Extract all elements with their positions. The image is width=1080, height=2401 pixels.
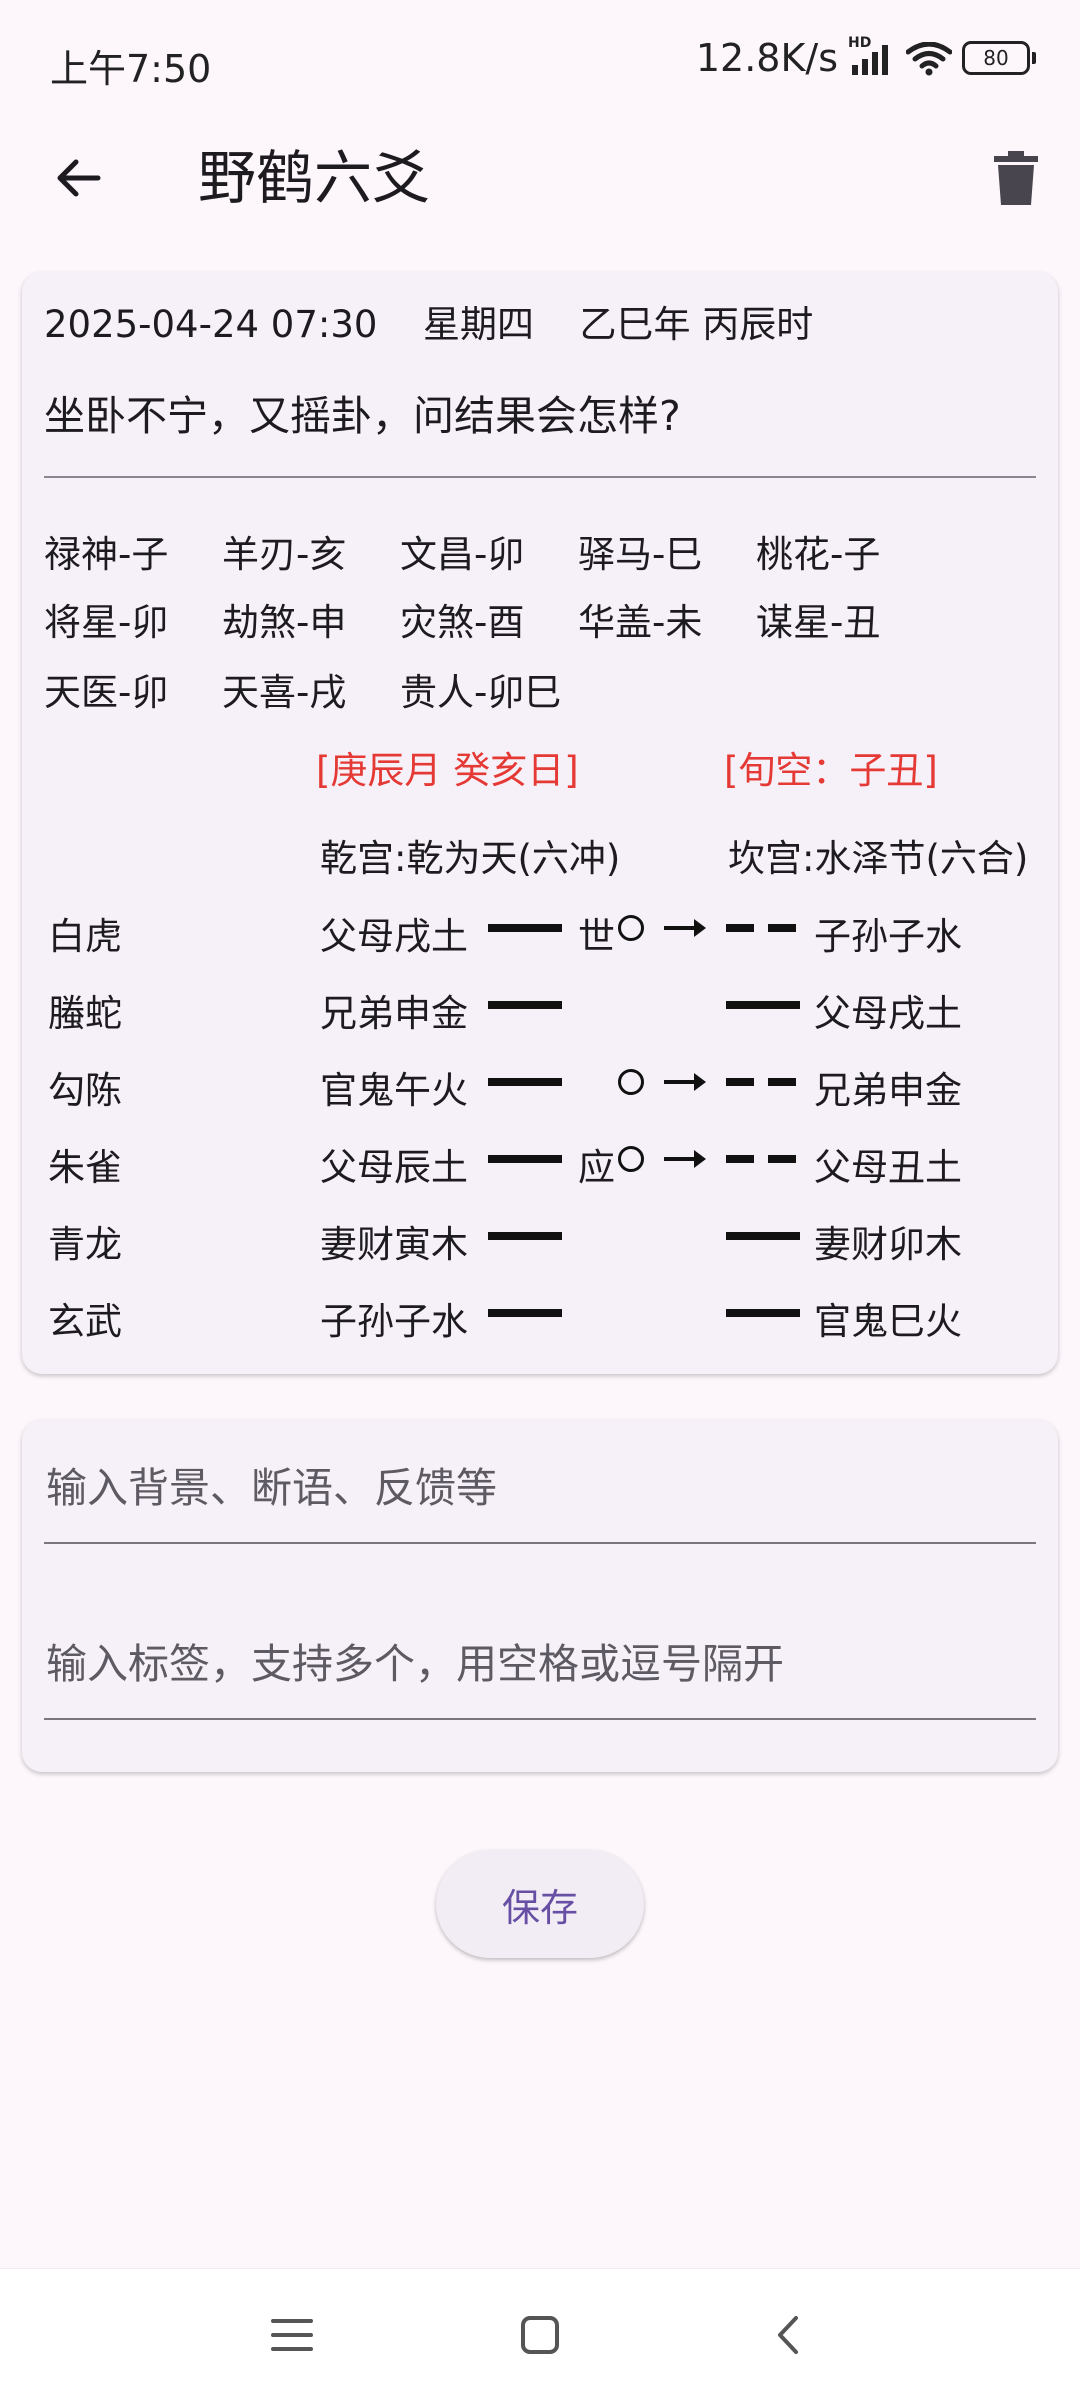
six-god: 朱雀 [48,1146,122,1189]
menu-icon [271,2319,313,2351]
shensha-item: 桃花-子 [756,533,881,576]
changed-yao-label: 父母丑土 [814,1146,962,1189]
weekday: 星期四 [422,303,534,346]
battery-level: 80 [962,41,1030,75]
changed-yao-label: 官鬼巳火 [814,1300,962,1343]
six-god: 螣蛇 [48,992,122,1035]
yang-line [488,1001,562,1009]
moving-circle-icon [618,1146,644,1172]
background-input[interactable] [44,1434,1036,1544]
system-back-button[interactable] [758,2305,818,2365]
changed-gua-name: 坎宫:水泽节(六合) [728,837,1029,880]
ying-mark: 应 [578,1146,615,1189]
network-speed: 12.8K/s [695,36,838,80]
shensha-item: 禄神-子 [44,533,169,576]
moving-circle-icon [618,915,644,941]
shi-mark: 世 [578,915,615,958]
signal-icon: HD [848,35,896,75]
shensha-item: 文昌-卯 [400,533,525,576]
changed-yao-label: 兄弟申金 [814,1069,962,1112]
yang-line [488,1155,562,1163]
yang-line [488,1232,562,1240]
menu-button[interactable] [262,2305,322,2365]
save-button[interactable]: 保存 [436,1850,644,1958]
shensha-item: 天医-卯 [44,671,169,714]
background-field-wrapper [44,1434,1036,1544]
yin-line-right [768,1078,796,1086]
app-bar: 野鹤六爻 [0,128,1080,228]
yang-line [726,1232,800,1240]
changed-yao-label: 妻财卯木 [814,1223,962,1266]
main-yao-label: 父母戌土 [320,915,468,958]
notes-card [22,1420,1058,1772]
main-yao-label: 兄弟申金 [320,992,468,1035]
main-yao-label: 父母辰土 [320,1146,468,1189]
shensha-item: 贵人-卯巳 [400,671,562,714]
shensha-item: 谋星-丑 [756,601,881,644]
home-icon [521,2316,559,2354]
six-god: 玄武 [48,1300,122,1343]
changed-yao-label: 子孙子水 [814,915,962,958]
yang-line [726,1001,800,1009]
wifi-icon [905,41,953,76]
main-yao-label: 妻财寅木 [320,1223,468,1266]
shensha-item: 劫煞-申 [222,601,347,644]
arrow-right-icon [664,919,706,937]
question-text: 坐卧不宁，又摇卦，问结果会怎样? [44,392,681,440]
ganzhi: 乙巳年 丙辰时 [579,303,814,346]
status-bar: 上午7:50 12.8K/s HD 80 [0,0,1080,128]
yang-line [488,1078,562,1086]
tags-input[interactable] [44,1610,1036,1720]
divination-datetime: 2025-04-24 07:30 星期四 乙巳年 丙辰时 [44,294,813,348]
shensha-item: 天喜-戌 [222,671,347,714]
yin-line-left [726,1155,754,1163]
trash-icon [994,151,1038,205]
yin-line-right [768,924,796,932]
home-button[interactable] [510,2305,570,2365]
system-nav-bar [0,2268,1080,2401]
yin-line-right [768,1155,796,1163]
six-god: 勾陈 [48,1069,122,1112]
main-yao-label: 官鬼午火 [320,1069,468,1112]
changed-yao-label: 父母戌土 [814,992,962,1035]
month-day-label: [庚辰月 癸亥日] [316,749,579,792]
arrow-right-icon [664,1150,706,1168]
datetime: 2025-04-24 07:30 [44,303,378,346]
back-icon [778,2316,798,2354]
arrow-right-icon [664,1073,706,1091]
xunkong-label: [旬空：子丑] [724,749,938,792]
yin-line-left [726,1078,754,1086]
divider [44,476,1036,478]
back-button[interactable] [44,144,112,212]
yang-line [488,1309,562,1317]
arrow-left-icon [57,159,101,197]
battery-icon: 80 [962,41,1036,75]
divination-card: 2025-04-24 07:30 星期四 乙巳年 丙辰时 坐卧不宁，又摇卦，问结… [22,272,1058,1374]
status-indicators: 12.8K/s HD 80 [695,35,1036,80]
tags-field-wrapper [44,1610,1036,1720]
page-title: 野鹤六爻 [198,144,431,212]
main-yao-label: 子孙子水 [320,1300,468,1343]
shensha-item: 驿马-巳 [578,533,703,576]
yin-line-left [726,924,754,932]
delete-button[interactable] [980,142,1052,214]
six-god: 白虎 [48,915,122,958]
moving-circle-icon [618,1069,644,1095]
shensha-item: 羊刃-亥 [222,533,347,576]
shensha-item: 灾煞-酉 [400,601,525,644]
shensha-item: 将星-卯 [44,601,169,644]
shensha-item: 华盖-未 [578,601,703,644]
status-time: 上午7:50 [50,47,212,91]
main-gua-name: 乾宫:乾为天(六冲) [320,837,621,880]
yang-line [488,924,562,932]
six-god: 青龙 [48,1223,122,1266]
yang-line [726,1309,800,1317]
